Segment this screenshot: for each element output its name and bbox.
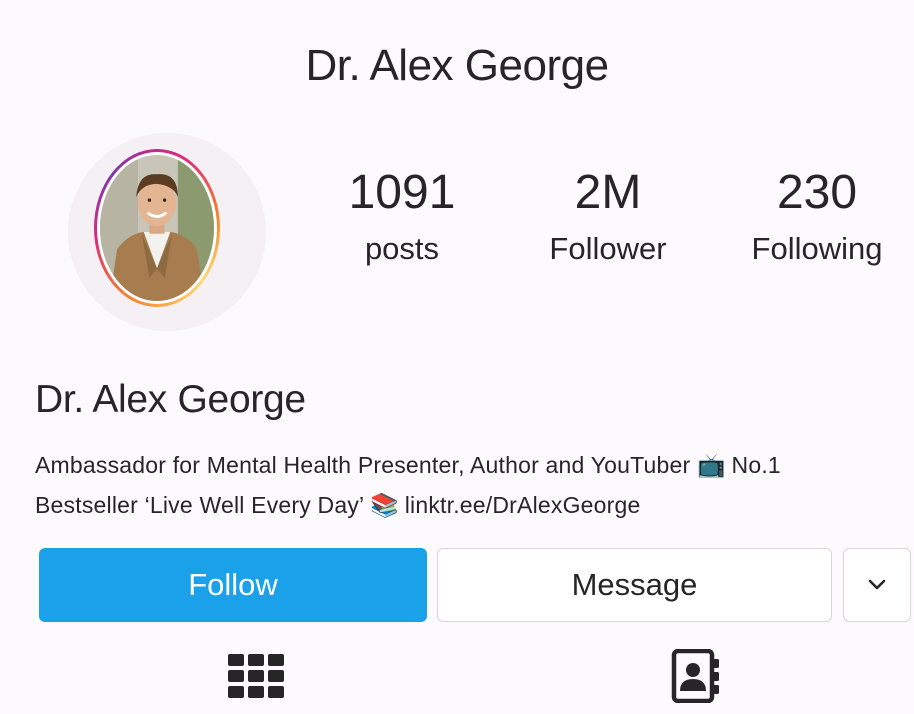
bio-line-2: Bestseller ‘Live Well Every Day’ — [35, 492, 364, 518]
follow-button[interactable]: Follow — [39, 548, 427, 622]
profile-bio: Ambassador for Mental Health Presenter, … — [35, 446, 910, 526]
page-title: Dr. Alex George — [305, 41, 609, 90]
tab-posts-grid[interactable] — [214, 648, 298, 704]
avatar-container — [68, 133, 266, 331]
contact-book-icon — [671, 649, 719, 703]
avatar[interactable] — [100, 155, 214, 301]
posts-label: posts — [364, 231, 440, 266]
followers-value: 2M — [574, 166, 642, 219]
tab-tagged[interactable] — [654, 648, 738, 704]
story-ring[interactable] — [94, 149, 220, 307]
posts-value: 1091 — [348, 166, 456, 219]
bio-line-1-end: No.1 — [731, 452, 781, 478]
message-button[interactable]: Message — [437, 548, 832, 622]
profile-page: Dr. Alex George 1091 posts 2M Follower 2… — [0, 0, 914, 714]
chevron-down-icon — [868, 579, 886, 590]
profile-name: Dr. Alex George — [35, 378, 306, 421]
following-value: 230 — [776, 166, 858, 219]
following-label: Following — [751, 231, 883, 266]
followers-label: Follower — [549, 231, 667, 266]
bio-link[interactable]: linktr.ee/DrAlexGeorge — [405, 492, 641, 518]
avatar-photo — [100, 155, 214, 301]
books-icon: 📚 — [370, 493, 399, 519]
grid-icon — [228, 654, 284, 698]
more-options-button[interactable] — [843, 548, 911, 622]
bio-line-1: Ambassador for Mental Health Presenter, … — [35, 452, 691, 478]
television-icon: 📺 — [696, 453, 726, 479]
followers-count[interactable]: 2M Follower — [528, 164, 688, 268]
posts-count: 1091 posts — [332, 164, 472, 268]
following-count[interactable]: 230 Following — [734, 164, 900, 268]
